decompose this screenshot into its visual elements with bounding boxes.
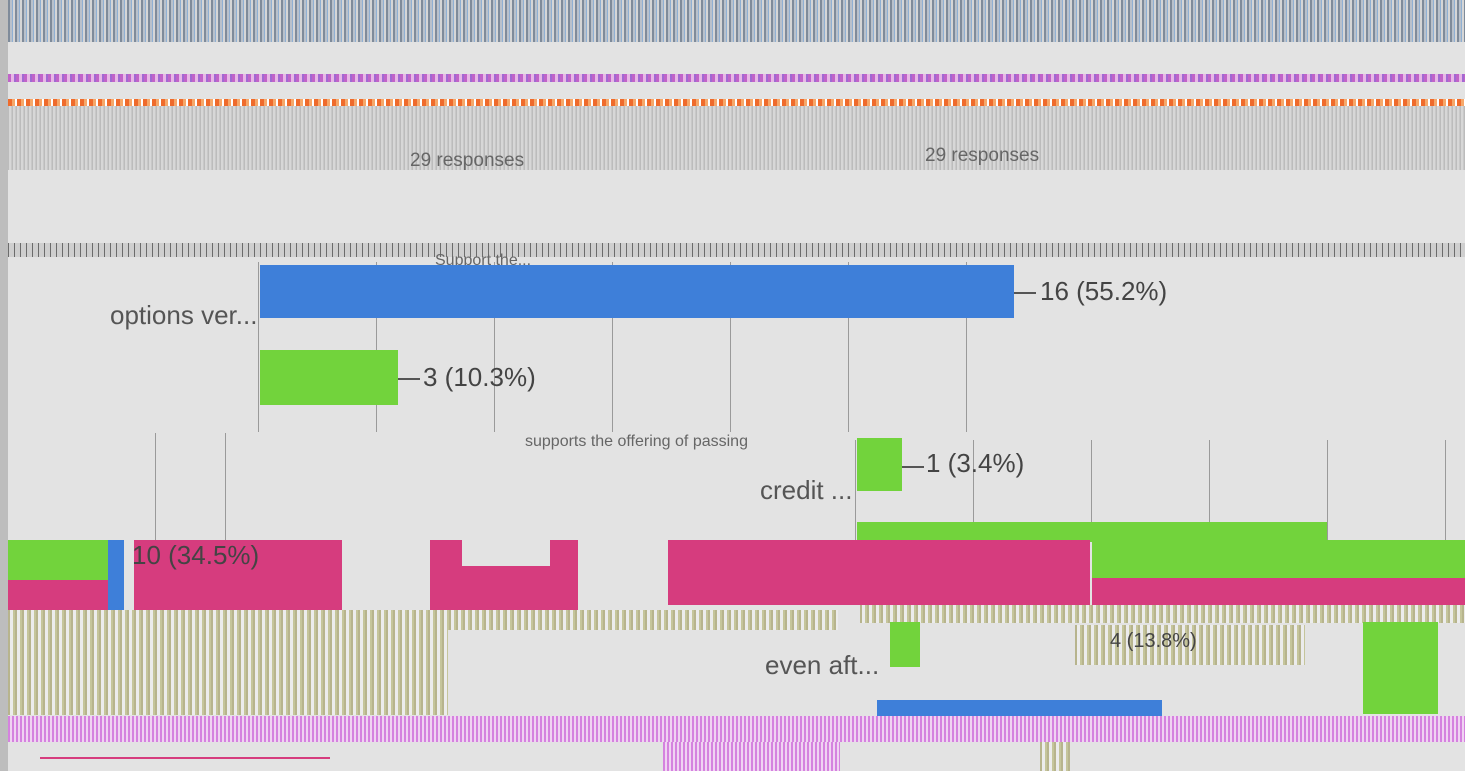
glitch-bar	[550, 540, 578, 610]
gridline	[855, 440, 856, 540]
glitch-bar	[1092, 578, 1465, 608]
footer-accent-line	[40, 757, 330, 759]
value-connector	[398, 378, 420, 380]
header-gray-band	[8, 106, 1465, 170]
glitch-noise	[8, 630, 448, 715]
response-count-left: 29 responses	[410, 150, 525, 171]
chart-bar-green	[890, 622, 920, 667]
axis-tick-row	[8, 243, 1465, 257]
bar-value-label: 10 (34.5%)	[132, 540, 260, 570]
gridline	[1445, 440, 1446, 540]
glitch-bar	[1092, 540, 1465, 578]
glitch-bar	[8, 580, 108, 610]
left-edge-strip	[0, 0, 8, 771]
gridline	[258, 262, 259, 432]
value-connector	[1014, 292, 1036, 294]
option-label: credit ...	[760, 475, 853, 505]
option-label: options ver...	[110, 300, 258, 330]
glitch-bar	[1363, 622, 1438, 714]
glitch-noise	[8, 610, 838, 630]
gridline	[155, 433, 156, 553]
gridline	[1327, 440, 1328, 540]
glitch-bar	[8, 540, 108, 580]
option-label: even aft...	[765, 650, 880, 680]
bar-value-label: 3 (10.3%)	[423, 362, 536, 392]
header-accent-band	[8, 74, 1465, 82]
value-connector	[902, 466, 924, 468]
glitch-noise	[1040, 742, 1070, 771]
glitch-bar	[108, 540, 124, 610]
chart-bar-green	[857, 438, 902, 491]
gridline	[225, 433, 226, 553]
glitch-noise	[860, 605, 1465, 623]
glitch-bar	[430, 540, 462, 610]
response-count-right: 29 responses	[925, 145, 1040, 166]
glitch-bar	[668, 540, 1090, 605]
question-title-fragment: supports the offering of passing	[525, 433, 748, 450]
glitch-bar	[857, 522, 1327, 542]
bar-value-label: 1 (3.4%)	[926, 448, 1025, 478]
chart-bar-blue	[260, 265, 1014, 318]
header-band	[8, 0, 1465, 42]
glitch-noise	[8, 716, 1465, 742]
chart-bar-green	[260, 350, 398, 405]
bar-value-label: 16 (55.2%)	[1040, 276, 1168, 306]
glitch-bar	[877, 700, 1162, 716]
bar-value-label: 4 (13.8%)	[1110, 630, 1197, 652]
glitch-bar	[462, 566, 550, 610]
glitch-noise	[663, 742, 840, 771]
